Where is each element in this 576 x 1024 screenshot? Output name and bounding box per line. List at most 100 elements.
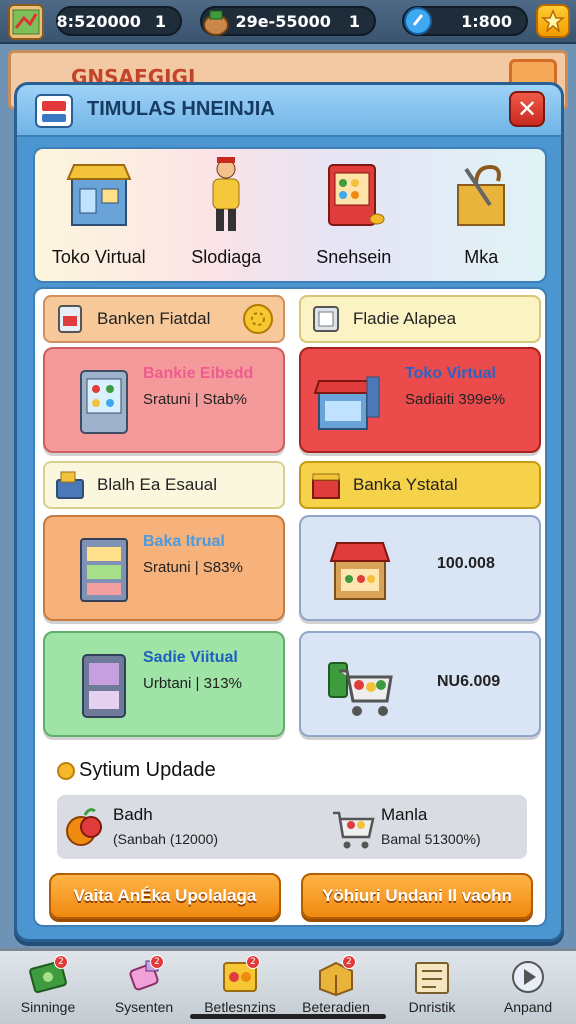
- card-stat: Sratuni | S83%: [143, 559, 243, 576]
- card-name: Sadie Viitual: [143, 649, 238, 666]
- system-update-title: Sytium Updade: [57, 759, 216, 782]
- store-front-icon: [313, 376, 380, 430]
- gem-icon: [400, 3, 436, 39]
- system-update-label: Sytium Updade: [79, 759, 216, 781]
- nav-badge: 2: [150, 955, 164, 969]
- update-item-stat: Bamal 51300%): [381, 831, 481, 847]
- update-item[interactable]: Manla Bamal 51300%): [329, 795, 525, 859]
- upgrade-card[interactable]: Bankie Eibedd Sratuni | Stab%: [43, 347, 285, 453]
- update-item-stat: (Sanbah (12000): [113, 831, 219, 847]
- nav-badge: 2: [54, 955, 68, 969]
- upgrade-board: Banken Fiatdal Fladie Alapea Bankie Eibe…: [33, 287, 547, 927]
- nav-label: Sinninge: [20, 999, 76, 1015]
- safe-icon: [313, 306, 339, 332]
- category-label: Snehsein: [316, 247, 392, 267]
- card-name: Bankie Eibedd: [143, 365, 254, 382]
- goods-counter: 29e-55000 1: [200, 6, 376, 36]
- cash-counter: 8:520000 1: [56, 6, 182, 36]
- upgrade-left-button[interactable]: Vaita AnÉka Upolalaga: [49, 873, 281, 919]
- fruit-icon: [66, 808, 102, 846]
- nav-label: Dnristik: [408, 999, 456, 1015]
- nav-sysenten[interactable]: 2 Sysenten: [96, 951, 192, 1024]
- shopkeeper-icon: [212, 157, 240, 231]
- gems-counter: 1:800: [402, 6, 528, 36]
- upgrade-panel: TIMULAS HNEINJIA ✕ Toko Virtual Slodiaga: [14, 82, 564, 942]
- category-snehsein[interactable]: Snehsein: [290, 149, 418, 281]
- nav-badge: 2: [246, 955, 260, 969]
- category-slodiaga[interactable]: Slodiaga: [163, 149, 291, 281]
- upgrade-card[interactable]: NU6.009: [299, 631, 541, 737]
- goods-badge: 1: [348, 11, 360, 31]
- card-value: 100.008: [437, 555, 495, 572]
- card-stat: Urbtani | 313%: [143, 675, 242, 692]
- close-button[interactable]: ✕: [509, 91, 545, 127]
- card-name: Toko Virtual: [405, 365, 496, 382]
- category-toko-virtual[interactable]: Toko Virtual: [35, 149, 163, 281]
- section-header-banken: Banken Fiatdal: [43, 295, 285, 343]
- upgrade-card[interactable]: 100.008: [299, 515, 541, 621]
- tools-box-icon: [457, 164, 506, 226]
- resource-bar: 8:520000 1 29e-55000 1 1:800: [0, 0, 576, 44]
- menu-map-button[interactable]: [8, 4, 44, 40]
- category-label: Toko Virtual: [51, 247, 146, 267]
- upgrade-card[interactable]: Toko Virtual Sadiaiti 399e%: [299, 347, 541, 453]
- nav-dnristik[interactable]: Dnristik: [384, 951, 480, 1024]
- shop-icon: [312, 473, 340, 499]
- cash-register-icon: [56, 471, 84, 499]
- category-label: Slodiaga: [191, 247, 262, 267]
- jar-icon: [58, 305, 82, 333]
- store-icon: [66, 164, 132, 226]
- card-name: Baka Itrual: [143, 533, 225, 550]
- section-header-blalh: Blalh Ea Esaual: [43, 461, 285, 509]
- vending-machine-icon: [80, 370, 128, 434]
- nav-badge: 2: [342, 955, 356, 969]
- section-title: Banken Fiatdal: [97, 309, 211, 328]
- star-button[interactable]: [536, 4, 570, 38]
- bottom-nav: 2 Sinninge 2 Sysenten 2 Betlesnzins 2 Be…: [0, 948, 576, 1024]
- coin-icon: [57, 761, 75, 780]
- section-title: Blalh Ea Esaual: [97, 475, 218, 494]
- arcade-machine-icon: [82, 654, 126, 718]
- nav-anpand[interactable]: Anpand: [480, 951, 576, 1024]
- coin-icon: [243, 304, 273, 334]
- category-label: Mka: [464, 247, 499, 267]
- nav-label: Beteradien: [302, 999, 370, 1015]
- cash-badge: 1: [154, 11, 166, 31]
- section-header-fladie: Fladie Alapea: [299, 295, 541, 343]
- vending-stall-icon: [327, 164, 385, 226]
- card-value: NU6.009: [437, 673, 501, 690]
- map-icon: [12, 9, 40, 35]
- upgrade-right-button[interactable]: Yöhiuri Undani Il vaohn: [301, 873, 533, 919]
- section-header-banka: Banka Ystatal: [299, 461, 541, 509]
- store-sign-icon: [35, 94, 73, 128]
- update-item[interactable]: Badh (Sanbah (12000): [61, 795, 281, 859]
- basket-icon: [333, 811, 375, 849]
- home-indicator: [190, 1014, 386, 1019]
- gems-value: 1:800: [461, 11, 512, 31]
- update-item-name: Badh: [113, 805, 153, 824]
- coin-bag-icon: [198, 3, 234, 39]
- nav-sinninge[interactable]: 2 Sinninge: [0, 951, 96, 1024]
- upgrade-card[interactable]: Baka Itrual Sratuni | S83%: [43, 515, 285, 621]
- system-update-box: Badh (Sanbah (12000) Manla Bamal 51300%): [57, 795, 527, 859]
- category-strip: Toko Virtual Slodiaga Snehsein Mka: [33, 147, 547, 283]
- shopping-cart-icon: [328, 662, 393, 716]
- cash-value: 8:520000: [56, 11, 141, 31]
- upgrade-card[interactable]: Sadie Viitual Urbtani | 313%: [43, 631, 285, 737]
- star-icon: [541, 9, 565, 33]
- chart-book-icon: [415, 962, 449, 994]
- panel-title: TIMULAS HNEINJIA: [87, 98, 275, 120]
- shelf-unit-icon: [80, 538, 128, 602]
- panel-header: TIMULAS HNEINJIA ✕: [17, 85, 561, 137]
- category-mka[interactable]: Mka: [418, 149, 546, 281]
- nav-label: Betlesnzins: [204, 999, 276, 1015]
- nav-label: Anpand: [503, 999, 553, 1015]
- market-stall-icon: [329, 542, 391, 600]
- update-item-name: Manla: [381, 805, 428, 824]
- card-stat: Sratuni | Stab%: [143, 391, 247, 408]
- nav-label: Sysenten: [114, 999, 174, 1015]
- play-icon: [512, 961, 544, 993]
- goods-value: 29e-55000: [235, 11, 331, 31]
- card-stat: Sadiaiti 399e%: [405, 391, 506, 408]
- section-title: Fladie Alapea: [353, 309, 457, 328]
